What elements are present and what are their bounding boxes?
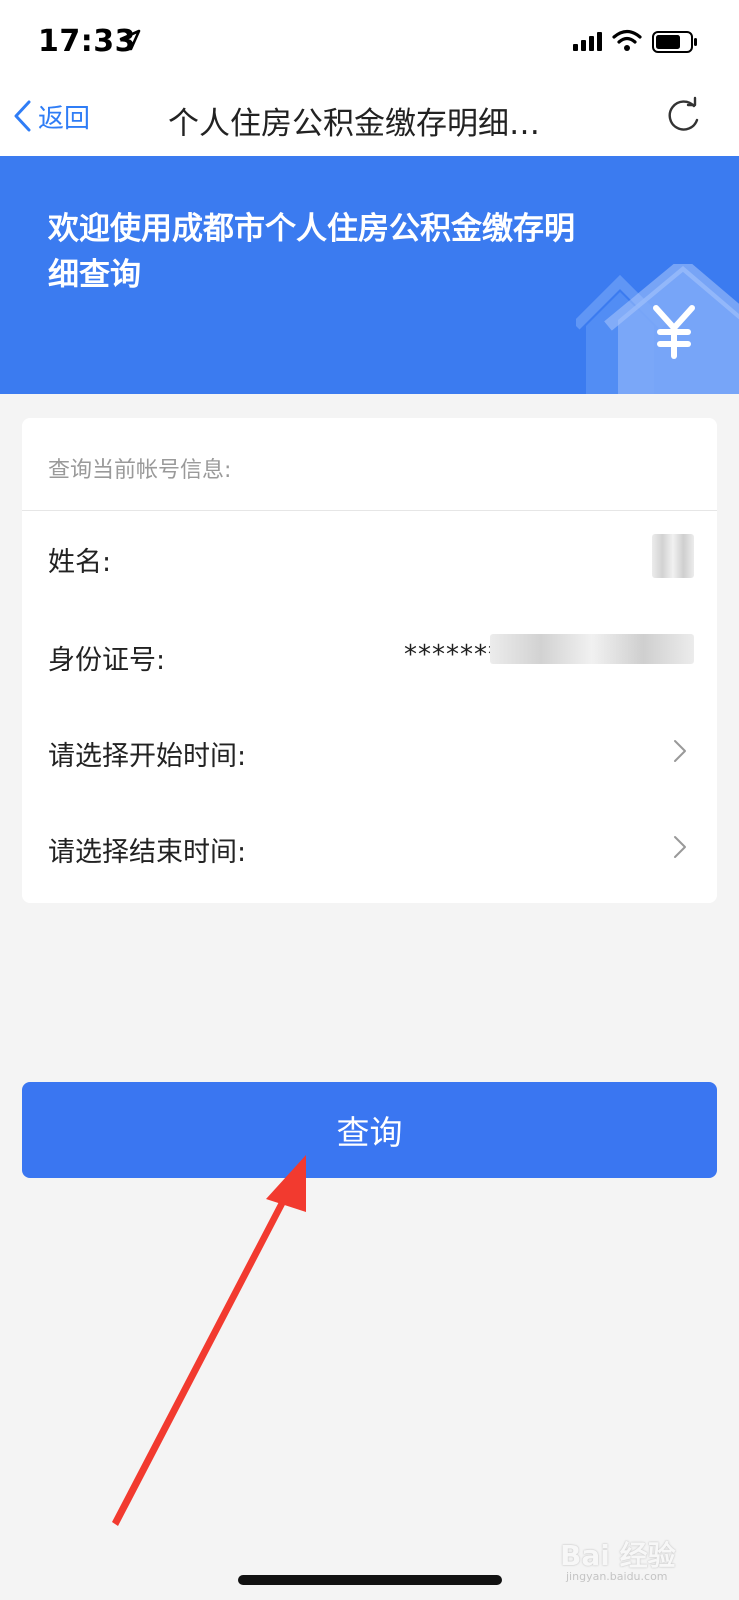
account-info-card: 查询当前帐号信息: 姓名: 身份证号: ******* 请选择开始时间: 请选择… bbox=[22, 418, 717, 903]
row-id-number: 身份证号: ******* bbox=[22, 608, 717, 704]
house-yuan-icon bbox=[576, 264, 739, 394]
name-value-redacted bbox=[652, 534, 694, 578]
baidu-jingyan-watermark: Bai 经验 bbox=[560, 1539, 676, 1572]
id-number-label: 身份证号: bbox=[48, 645, 166, 676]
wifi-icon bbox=[612, 29, 642, 51]
battery-icon bbox=[652, 31, 697, 53]
status-bar: 17:33 bbox=[0, 0, 739, 80]
back-button[interactable]: 返回 bbox=[12, 96, 90, 136]
id-number-value: ******* bbox=[404, 640, 502, 670]
back-label: 返回 bbox=[38, 103, 91, 134]
query-button[interactable]: 查询 bbox=[22, 1082, 717, 1178]
welcome-banner: 欢迎使用成都市个人住房公积金缴存明细查询 bbox=[0, 156, 739, 394]
refresh-icon[interactable] bbox=[664, 96, 704, 136]
cellular-signal-icon bbox=[573, 32, 602, 51]
card-header-label: 查询当前帐号信息: bbox=[48, 458, 232, 483]
location-arrow-icon bbox=[119, 29, 141, 51]
start-time-selector[interactable]: 请选择开始时间: bbox=[22, 704, 717, 800]
banner-title: 欢迎使用成都市个人住房公积金缴存明细查询 bbox=[48, 211, 575, 293]
chevron-right-icon bbox=[674, 740, 686, 762]
nav-bar: 返回 个人住房公积金缴存明细… bbox=[0, 80, 739, 156]
chevron-right-icon bbox=[674, 836, 686, 858]
end-time-selector[interactable]: 请选择结束时间: bbox=[22, 800, 717, 896]
page-title: 个人住房公积金缴存明细… bbox=[168, 106, 540, 142]
row-name: 姓名: bbox=[22, 510, 717, 606]
start-time-label: 请选择开始时间: bbox=[48, 741, 247, 772]
name-label: 姓名: bbox=[48, 547, 112, 578]
chevron-left-icon bbox=[14, 100, 31, 132]
home-indicator[interactable] bbox=[238, 1575, 502, 1585]
card-header: 查询当前帐号信息: bbox=[22, 418, 717, 511]
id-number-redacted bbox=[490, 634, 694, 664]
watermark-url: jingyan.baidu.com bbox=[566, 1570, 668, 1583]
end-time-label: 请选择结束时间: bbox=[48, 837, 247, 868]
